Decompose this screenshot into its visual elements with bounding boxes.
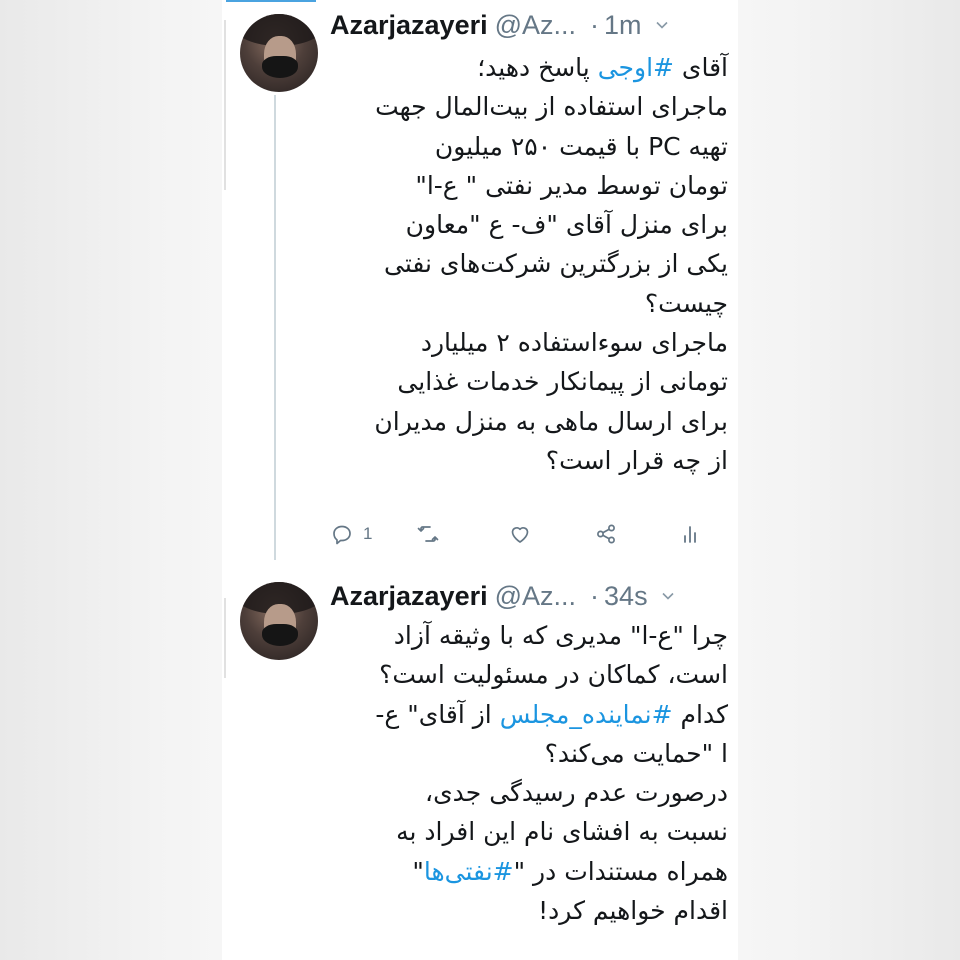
- tweet-text-line: ماجرای سوءاستفاده ۲ میلیارد: [328, 323, 728, 362]
- text-segment: چرا "ع-ا" مدیری که با وثیقه آزاد: [393, 621, 728, 650]
- reply-button[interactable]: 1: [330, 522, 372, 546]
- top-highlight-line: [226, 0, 316, 2]
- tweet-actions: 1: [330, 522, 730, 556]
- text-segment: تومانی از پیمانکار خدمات غذایی: [397, 367, 728, 397]
- like-button[interactable]: [508, 522, 532, 546]
- tweet-text-line: برای ارسال ماهی به منزل مدیران: [328, 402, 728, 441]
- text-segment: نسبت به افشای نام این افراد به: [396, 817, 728, 847]
- display-name[interactable]: Azarjazayeri: [330, 10, 488, 41]
- tweet-text-line: چرا "ع-ا" مدیری که با وثیقه آزاد: [328, 616, 728, 655]
- thread-connector-line: [274, 95, 276, 560]
- text-segment: ماجرای استفاده از بیت‌المال جهت: [375, 92, 728, 122]
- text-segment: درصورت عدم رسیدگی جدی،: [425, 778, 728, 808]
- text-segment: از چه قرار است؟: [545, 445, 728, 475]
- analytics-icon: [684, 526, 696, 543]
- text-segment: از آقای" ع-: [375, 699, 500, 729]
- user-handle[interactable]: @Az...: [495, 10, 576, 41]
- tweet-text-line: آقای #اوجی پاسخ دهید؛: [328, 48, 728, 87]
- right-blur-panel: [738, 0, 960, 960]
- tweet-text-line: کدام #نماینده_مجلس از آقای" ع-: [328, 695, 728, 734]
- tweet-text-line: برای منزل آقای "ف- ع "معاون: [328, 205, 728, 244]
- edge-mark: [224, 20, 226, 190]
- chevron-down-icon[interactable]: [655, 18, 669, 32]
- retweet-icon: [417, 526, 439, 542]
- tweet-text-line: تومانی از پیمانکار خدمات غذایی: [328, 362, 728, 401]
- reply-count: 1: [363, 524, 373, 543]
- user-handle[interactable]: @Az...: [495, 581, 576, 612]
- share-button[interactable]: [594, 522, 618, 546]
- tweet-header: Azarjazayeri @Az... · 1m: [330, 5, 669, 45]
- text-segment: چیست؟: [644, 288, 728, 318]
- tweet-text-line: تومان توسط مدیر نفتی " ع-ا": [328, 166, 728, 205]
- analytics-button[interactable]: [678, 522, 702, 546]
- text-segment: پاسخ دهید؛: [477, 53, 598, 82]
- tweet-text-line: تهیه PC با قیمت ۲۵۰ میلیون: [328, 127, 728, 166]
- text-segment: ا "حمایت می‌کند؟: [544, 738, 728, 768]
- tweet-text-line: نسبت به افشای نام این افراد به: [328, 812, 728, 851]
- like-icon: [511, 527, 529, 543]
- tweet-text-line: درصورت عدم رسیدگی جدی،: [328, 773, 728, 812]
- chevron-down-icon[interactable]: [661, 589, 675, 603]
- hashtag-link[interactable]: #نفتی‌ها: [424, 857, 514, 886]
- tweet-text-line: یکی از بزرگترین شرکت‌های نفتی: [328, 244, 728, 283]
- tweet-thread: Azarjazayeri @Az... · 1m آقای #اوجی پاسخ…: [222, 0, 738, 960]
- tweet-text-line: ا "حمایت می‌کند؟: [328, 734, 728, 773]
- avatar[interactable]: [240, 582, 318, 660]
- text-segment: است، کماکان در مسئولیت است؟: [379, 660, 728, 690]
- text-segment: آقای: [673, 53, 728, 82]
- separator-dot: ·: [590, 9, 600, 40]
- text-segment: ": [412, 856, 424, 886]
- edge-mark: [224, 598, 226, 678]
- reply-icon: [333, 525, 351, 545]
- tweet-text-line: چیست؟: [328, 284, 728, 323]
- separator-dot: ·: [590, 580, 600, 611]
- text-segment: کدام: [672, 699, 728, 729]
- tweet-text-line: همراه مستندات در "#نفتی‌ها": [328, 852, 728, 891]
- tweet-text-line: ماجرای استفاده از بیت‌المال جهت: [328, 87, 728, 126]
- hashtag-link[interactable]: #نماینده_مجلس: [500, 700, 673, 729]
- display-name[interactable]: Azarjazayeri: [330, 581, 488, 612]
- avatar[interactable]: [240, 14, 318, 92]
- text-segment: یکی از بزرگترین شرکت‌های نفتی: [383, 249, 728, 279]
- text-segment: تهیه PC با قیمت ۲۵۰ میلیون: [434, 131, 728, 161]
- text-segment: همراه مستندات در ": [513, 856, 728, 886]
- retweet-button[interactable]: [416, 522, 440, 546]
- tweet-text: چرا "ع-ا" مدیری که با وثیقه آزاد است، کما…: [328, 616, 728, 930]
- text-segment: برای منزل آقای "ف- ع "معاون: [405, 210, 728, 240]
- text-segment: ماجرای سوءاستفاده ۲ میلیارد: [420, 328, 728, 358]
- tweet-text-line: اقدام خواهیم کرد!: [328, 891, 728, 930]
- left-blur-panel: [0, 0, 222, 960]
- tweet-text-line: از چه قرار است؟: [328, 441, 728, 480]
- tweet-text-line: است، کماکان در مسئولیت است؟: [328, 655, 728, 694]
- share-icon: [597, 524, 615, 544]
- text-segment: اقدام خواهیم کرد!: [538, 896, 728, 926]
- text-segment: تومان توسط مدیر نفتی " ع-ا": [415, 170, 728, 200]
- tweet-header: Azarjazayeri @Az... · 34s: [330, 576, 675, 616]
- tweet-text: آقای #اوجی پاسخ دهید؛ ماجرای استفاده از ب…: [328, 48, 728, 480]
- timestamp[interactable]: 34s: [604, 581, 648, 612]
- timestamp[interactable]: 1m: [604, 10, 642, 41]
- text-segment: برای ارسال ماهی به منزل مدیران: [374, 406, 728, 436]
- hashtag-link[interactable]: #اوجی: [598, 53, 674, 82]
